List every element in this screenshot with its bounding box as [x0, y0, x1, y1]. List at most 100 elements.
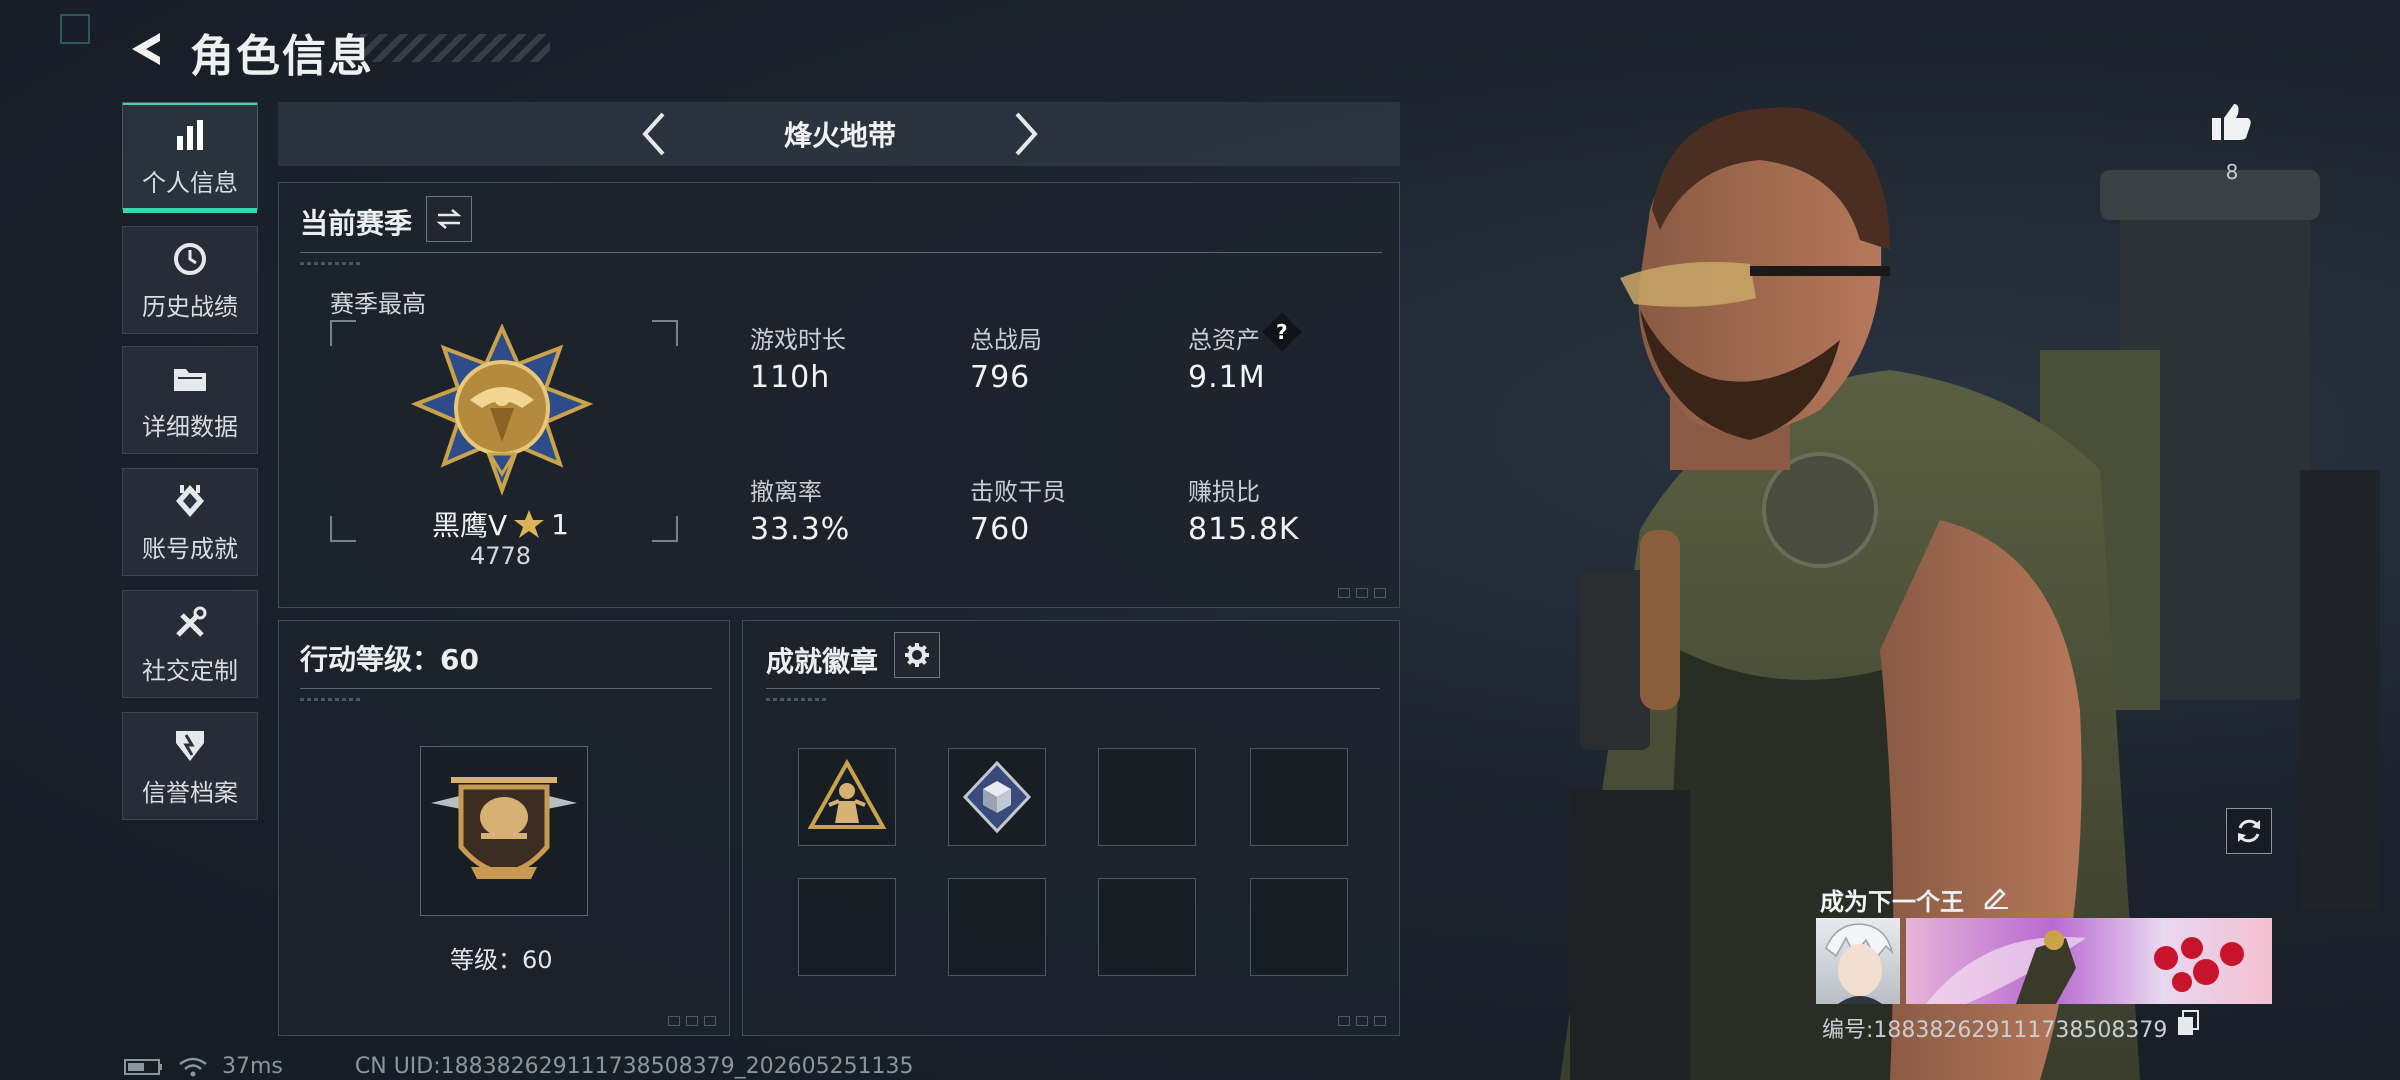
stat-value: 760 [970, 512, 1031, 547]
stat-value: 9.1M [1188, 360, 1266, 395]
folder-icon [170, 359, 210, 399]
sidebar-item-social[interactable]: 社交定制 [122, 590, 258, 698]
name-card-banner[interactable] [1906, 918, 2272, 1004]
badge-slot-empty[interactable] [1098, 878, 1196, 976]
season-switch-button[interactable] [426, 196, 472, 242]
achievement-icon [170, 481, 210, 521]
battery-icon [124, 1058, 162, 1075]
sidebar-item-label: 历史战绩 [142, 292, 238, 321]
decoration-dash [300, 698, 360, 701]
tools-icon [170, 603, 210, 643]
title-decoration [360, 34, 550, 62]
like-count: 8 [2225, 160, 2239, 184]
rank-emblem-icon [410, 323, 594, 504]
stat-label: 击败干员 [970, 478, 1066, 506]
mode-next-button[interactable] [998, 108, 1054, 160]
sidebar-item-detail-data[interactable]: 详细数据 [122, 346, 258, 454]
help-icon: ? [1276, 319, 1288, 344]
frame-corner [652, 320, 678, 346]
rank-line: 黑鹰V 1 [432, 504, 569, 544]
credit-shield-icon [170, 725, 210, 765]
helicopter-emblem-icon [431, 777, 577, 879]
gear-icon [905, 643, 929, 667]
level-label: 等级：60 [450, 946, 553, 974]
season-best-label: 赛季最高 [330, 290, 426, 318]
stat-label: 撤离率 [750, 478, 822, 506]
bar-chart-icon [170, 115, 210, 155]
rank-score: 4778 [470, 542, 532, 570]
swap-arrows-icon [436, 209, 462, 229]
soldier-triangle-badge-icon [807, 758, 887, 829]
sidebar-item-label: 详细数据 [142, 412, 238, 441]
panel-corner-marks [1338, 1016, 1392, 1026]
history-icon [170, 239, 210, 279]
badges-title: 成就徽章 [766, 645, 879, 678]
sidebar-item-personal-info[interactable]: 个人信息 [122, 102, 258, 213]
stat-value: 33.3% [750, 512, 851, 547]
stat-label: 总战局 [970, 326, 1042, 354]
decoration-dash [300, 262, 360, 265]
mode-prev-button[interactable] [626, 108, 682, 160]
star-icon [514, 510, 545, 538]
status-bar: 37ms CN UID:1883826291117385083​79_20260… [124, 1054, 914, 1079]
profile-avatar[interactable] [1816, 918, 1900, 1004]
pencil-icon [1984, 888, 2008, 910]
back-button[interactable] [120, 26, 172, 72]
avatar-portrait-icon [1825, 923, 1894, 1004]
frame-corner [330, 516, 356, 542]
rotate-model-button[interactable] [2226, 808, 2272, 854]
corner-decoration [60, 14, 90, 44]
sidebar-item-history[interactable]: 历史战绩 [122, 226, 258, 334]
badge-slot-empty[interactable] [1250, 878, 1348, 976]
sidebar-item-credit[interactable]: 信誉档案 [122, 712, 258, 820]
stat-value: 796 [970, 360, 1031, 395]
badge-slot[interactable] [948, 748, 1046, 846]
divider [300, 688, 712, 689]
refresh-icon [2238, 819, 2260, 843]
copy-icon [2178, 1010, 2199, 1035]
copy-id-button[interactable] [2176, 1010, 2202, 1038]
cube-diamond-badge-icon [962, 760, 1032, 834]
stat-label: 游戏时长 [750, 326, 846, 354]
badges-settings-button[interactable] [894, 632, 940, 678]
divider [300, 252, 1382, 253]
badge-slot-empty[interactable] [948, 878, 1046, 976]
badge-slot-empty[interactable] [798, 878, 896, 976]
sidebar-item-label: 信誉档案 [142, 778, 238, 807]
uid-text: CN UID:1883826291117385083​79_2026052511… [354, 1054, 914, 1079]
chevron-left-icon [642, 112, 665, 156]
panel-corner-marks [668, 1016, 722, 1026]
badge-slot-empty[interactable] [1098, 748, 1196, 846]
action-level-title: 行动等级：60 [300, 643, 479, 676]
stat-value: 110h [750, 360, 831, 395]
rank-name: 黑鹰V [432, 509, 508, 542]
frame-corner [330, 320, 356, 346]
card-number: 编号:1883826291117385083​79 [1822, 1018, 2168, 1043]
rank-stars: 1 [551, 507, 569, 541]
sidebar-item-label: 社交定制 [142, 656, 238, 685]
thumbs-up-icon [2212, 104, 2251, 140]
ping-value: 37ms [222, 1054, 283, 1079]
frame-corner [652, 516, 678, 542]
stat-label: 总资产 [1188, 326, 1260, 354]
sidebar-item-label: 个人信息 [142, 168, 238, 197]
back-arrow-icon [132, 33, 160, 65]
mode-name: 烽火地带 [783, 119, 896, 152]
decoration-dash [766, 698, 826, 701]
badge-slot-empty[interactable] [1250, 748, 1348, 846]
season-title: 当前赛季 [300, 207, 413, 240]
edit-slogan-button[interactable] [1982, 882, 2012, 912]
stat-label: 赚损比 [1188, 478, 1260, 506]
level-emblem-frame [420, 746, 588, 916]
banner-art-icon [1926, 930, 2244, 1004]
divider [766, 688, 1380, 689]
chevron-right-icon [1015, 112, 1038, 156]
wifi-icon [179, 1057, 207, 1076]
stat-value: 815.8K [1188, 512, 1300, 547]
panel-corner-marks [1338, 588, 1392, 598]
badge-slot[interactable] [798, 748, 896, 846]
profile-slogan: 成为下一个王 [1820, 888, 1964, 916]
page-title: 角色信息 [190, 31, 374, 82]
like-button[interactable] [2206, 96, 2258, 148]
sidebar-item-achievements[interactable]: 账号成就 [122, 468, 258, 576]
